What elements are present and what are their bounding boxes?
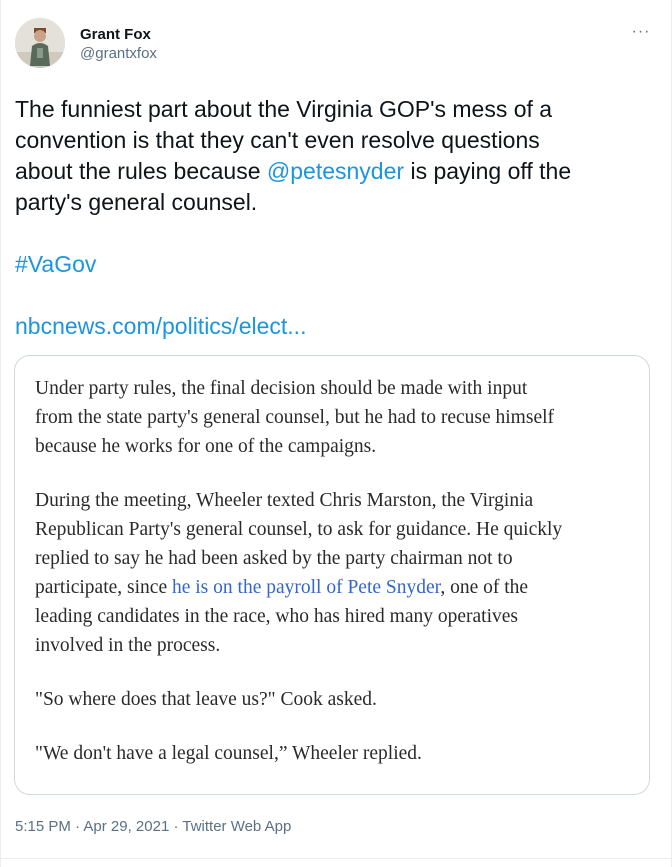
author-names: Grant Fox @grantxfox xyxy=(80,26,157,64)
author-display-name[interactable]: Grant Fox xyxy=(80,26,157,44)
url-line: nbcnews.com/politics/elect... xyxy=(15,311,655,342)
excerpt-line: because he works for one of the campaign… xyxy=(35,436,377,457)
excerpt-paragraph: During the meeting, Wheeler texted Chris… xyxy=(35,486,635,660)
article-excerpt: Under party rules, the final decision sh… xyxy=(35,374,635,793)
excerpt-line: "We don't have a legal counsel,” Wheeler… xyxy=(35,743,422,764)
tweet-text-line: party's general counsel. xyxy=(15,189,258,215)
tweet-text-line: The funniest part about the Virginia GOP… xyxy=(15,96,553,122)
more-options-icon[interactable]: ··· xyxy=(629,24,653,46)
mention-link[interactable]: @petesnyder xyxy=(267,158,404,184)
excerpt-line: "So where does that leave us?" Cook aske… xyxy=(35,689,377,710)
meta-separator: · xyxy=(70,818,84,835)
avatar[interactable] xyxy=(15,18,65,68)
tweet-text: The funniest part about the Virginia GOP… xyxy=(15,94,655,342)
excerpt-line: Republican Party's general counsel, to a… xyxy=(35,519,563,540)
excerpt-line: leading candidates in the race, who has … xyxy=(35,606,518,627)
tweet-text-line: convention is that they can't even resol… xyxy=(15,127,540,153)
tweet-text-segment: is paying off the xyxy=(404,158,572,184)
divider xyxy=(1,858,672,859)
hashtag-line: #VaGov xyxy=(15,249,655,280)
excerpt-line: replied to say he had been asked by the … xyxy=(35,548,513,569)
excerpt-line: Under party rules, the final decision sh… xyxy=(35,378,528,399)
excerpt-line: During the meeting, Wheeler texted Chris… xyxy=(35,490,534,511)
hashtag-link[interactable]: #VaGov xyxy=(15,251,96,277)
tweet-timestamp[interactable]: 5:15 PM xyxy=(15,818,71,835)
tweet-date[interactable]: Apr 29, 2021 xyxy=(83,818,169,835)
excerpt-paragraph: "So where does that leave us?" Cook aske… xyxy=(35,685,635,714)
quoted-article-image[interactable]: Under party rules, the final decision sh… xyxy=(14,355,650,795)
excerpt-link[interactable]: he is on the payroll of Pete Snyder xyxy=(172,577,440,598)
tweet-text-segment: about the rules because xyxy=(15,158,267,184)
excerpt-paragraph: "We don't have a legal counsel,” Wheeler… xyxy=(35,739,635,768)
excerpt-segment: participate, since xyxy=(35,577,172,598)
tweet-header: Grant Fox @grantxfox ··· xyxy=(15,18,659,78)
tweet-text-line: about the rules because @petesnyder is p… xyxy=(15,156,655,187)
author-handle[interactable]: @grantxfox xyxy=(80,44,157,64)
excerpt-segment: , one of the xyxy=(440,577,529,598)
tweet-detail: Grant Fox @grantxfox ··· The funniest pa… xyxy=(0,0,672,867)
article-url-link[interactable]: nbcnews.com/politics/elect... xyxy=(15,313,306,339)
tweet-metadata: 5:15 PM · Apr 29, 2021 · Twitter Web App xyxy=(15,817,291,837)
excerpt-paragraph: Under party rules, the final decision sh… xyxy=(35,374,635,461)
excerpt-line: from the state party's general counsel, … xyxy=(35,407,555,428)
avatar-photo-icon xyxy=(15,18,65,68)
tweet-source[interactable]: Twitter Web App xyxy=(182,818,291,835)
meta-separator: · xyxy=(169,818,183,835)
excerpt-line: participate, since he is on the payroll … xyxy=(35,573,635,602)
excerpt-line: involved in the process. xyxy=(35,635,221,656)
